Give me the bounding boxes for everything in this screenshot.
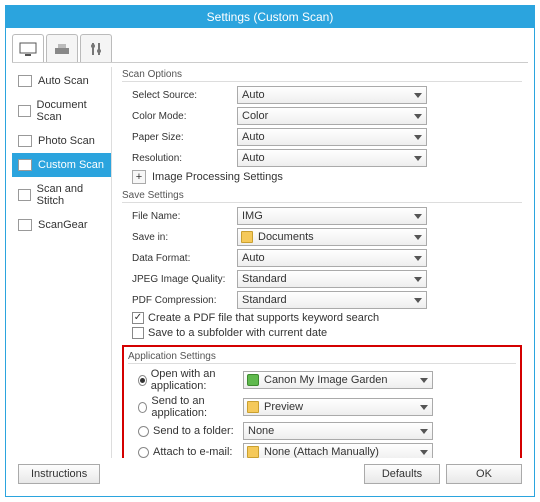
content-area: Auto Scan Document Scan Photo Scan Custo… bbox=[6, 28, 534, 496]
pdf-compression-dropdown[interactable]: Standard bbox=[237, 291, 427, 309]
send-folder-radio[interactable] bbox=[138, 426, 149, 437]
scan-options-group: Scan Options Select Source:Auto Color Mo… bbox=[122, 69, 522, 184]
attach-email-radio[interactable] bbox=[138, 447, 149, 458]
defaults-button[interactable]: Defaults bbox=[364, 464, 440, 484]
send-folder-label: Send to a folder: bbox=[153, 425, 234, 437]
save-settings-title: Save Settings bbox=[122, 190, 522, 203]
select-source-label: Select Source: bbox=[122, 90, 237, 101]
subfolder-checkbox[interactable] bbox=[132, 327, 144, 339]
ok-button[interactable]: OK bbox=[446, 464, 522, 484]
subfolder-label: Save to a subfolder with current date bbox=[148, 327, 327, 339]
send-app-radio[interactable] bbox=[138, 402, 147, 413]
sidebar-item-custom-scan[interactable]: Custom Scan bbox=[12, 153, 111, 177]
monitor-icon bbox=[19, 42, 37, 56]
save-settings-group: Save Settings File Name:IMG Save in:Docu… bbox=[122, 190, 522, 339]
attach-email-dropdown[interactable]: None (Attach Manually) bbox=[243, 443, 433, 458]
top-tabs bbox=[12, 34, 528, 63]
window-title: Settings (Custom Scan) bbox=[6, 6, 534, 28]
tab-scan-from-panel[interactable] bbox=[46, 34, 78, 62]
pdf-compression-label: PDF Compression: bbox=[122, 295, 237, 306]
open-app-radio[interactable] bbox=[138, 375, 147, 386]
resolution-label: Resolution: bbox=[122, 153, 237, 164]
select-source-dropdown[interactable]: Auto bbox=[237, 86, 427, 104]
tab-scan-from-computer[interactable] bbox=[12, 34, 44, 62]
color-mode-label: Color Mode: bbox=[122, 111, 237, 122]
main-panel: Scan Options Select Source:Auto Color Mo… bbox=[112, 67, 528, 458]
paper-size-label: Paper Size: bbox=[122, 132, 237, 143]
attach-email-label: Attach to e-mail: bbox=[153, 446, 232, 458]
open-app-dropdown[interactable]: Canon My Image Garden bbox=[243, 371, 433, 389]
folder-icon bbox=[241, 231, 253, 243]
dialog-footer: Instructions Defaults OK bbox=[12, 458, 528, 490]
data-format-label: Data Format: bbox=[122, 253, 237, 264]
instructions-button[interactable]: Instructions bbox=[18, 464, 100, 484]
sidebar-item-scan-stitch[interactable]: Scan and Stitch bbox=[12, 177, 111, 213]
tools-icon bbox=[88, 41, 104, 57]
image-processing-label: Image Processing Settings bbox=[152, 171, 283, 183]
expand-image-processing[interactable]: + bbox=[132, 170, 146, 184]
application-settings-highlight: Application Settings Open with an applic… bbox=[122, 345, 522, 458]
app-settings-title: Application Settings bbox=[128, 351, 516, 364]
data-format-dropdown[interactable]: Auto bbox=[237, 249, 427, 267]
paper-size-dropdown[interactable]: Auto bbox=[237, 128, 427, 146]
sidebar: Auto Scan Document Scan Photo Scan Custo… bbox=[12, 67, 112, 458]
scanner-icon bbox=[53, 42, 71, 56]
sidebar-item-auto-scan[interactable]: Auto Scan bbox=[12, 69, 111, 93]
send-app-dropdown[interactable]: Preview bbox=[243, 398, 433, 416]
sidebar-item-scangear[interactable]: ScanGear bbox=[12, 213, 111, 237]
folder-icon bbox=[247, 446, 259, 458]
app-icon bbox=[247, 374, 259, 386]
settings-dialog: Settings (Custom Scan) Auto Scan Documen… bbox=[5, 5, 535, 497]
open-app-label: Open with an application: bbox=[151, 368, 243, 392]
color-mode-dropdown[interactable]: Color bbox=[237, 107, 427, 125]
pdf-keyword-label: Create a PDF file that supports keyword … bbox=[148, 312, 379, 324]
doc-icon bbox=[18, 159, 32, 171]
main-wrap: Auto Scan Document Scan Photo Scan Custo… bbox=[12, 67, 528, 458]
pdf-keyword-checkbox[interactable] bbox=[132, 312, 144, 324]
app-settings-group: Application Settings Open with an applic… bbox=[128, 351, 516, 458]
doc-icon bbox=[18, 135, 32, 147]
doc-icon bbox=[18, 219, 32, 231]
doc-icon bbox=[18, 75, 32, 87]
doc-icon bbox=[18, 189, 31, 201]
file-name-label: File Name: bbox=[122, 211, 237, 222]
send-app-label: Send to an application: bbox=[151, 395, 243, 419]
send-folder-dropdown[interactable]: None bbox=[243, 422, 433, 440]
sidebar-item-photo-scan[interactable]: Photo Scan bbox=[12, 129, 111, 153]
scan-options-title: Scan Options bbox=[122, 69, 522, 82]
tab-general-settings[interactable] bbox=[80, 34, 112, 62]
doc-icon bbox=[18, 105, 31, 117]
jpeg-quality-label: JPEG Image Quality: bbox=[122, 274, 237, 285]
resolution-dropdown[interactable]: Auto bbox=[237, 149, 427, 167]
sidebar-item-document-scan[interactable]: Document Scan bbox=[12, 93, 111, 129]
file-name-field[interactable]: IMG bbox=[237, 207, 427, 225]
folder-icon bbox=[247, 401, 259, 413]
save-in-label: Save in: bbox=[122, 232, 237, 243]
jpeg-quality-dropdown[interactable]: Standard bbox=[237, 270, 427, 288]
save-in-dropdown[interactable]: Documents bbox=[237, 228, 427, 246]
